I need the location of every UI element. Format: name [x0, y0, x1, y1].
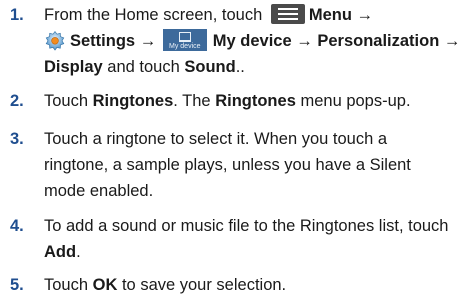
step-text-part: and touch — [107, 58, 180, 76]
personalization-label: Personalization — [317, 32, 440, 50]
step-text: Touch a ringtone to select it. When you … — [44, 126, 472, 204]
step-text-part: . The — [173, 92, 211, 110]
step-text: Touch Ringtones. The Ringtones menu pops… — [44, 88, 472, 114]
step-number: 1. — [10, 6, 24, 24]
step-text-part: From the Home screen, touch — [44, 6, 263, 24]
step-text: From the Home screen, touch Menu → Setti… — [44, 2, 472, 80]
step-text-line: mode enabled. — [44, 182, 154, 200]
step-number: 3. — [10, 130, 24, 148]
step-text-line: Touch a ringtone to select it. When you … — [44, 130, 388, 148]
sound-label: Sound — [184, 58, 236, 76]
step-text-part: Touch — [44, 92, 89, 110]
step-text-part: Touch — [44, 276, 89, 294]
step-text: To add a sound or music file to the Ring… — [44, 213, 472, 265]
arrow-icon: → — [443, 32, 461, 50]
step-text-part: . — [76, 243, 81, 261]
step-text: Touch OK to save your selection. — [44, 272, 472, 298]
step-number: 4. — [10, 217, 24, 235]
add-label: Add — [44, 243, 77, 261]
ok-label: OK — [92, 276, 118, 294]
ringtones-label: Ringtones — [92, 92, 174, 110]
settings-label: Settings — [70, 32, 136, 50]
menu-label: Menu — [308, 6, 352, 24]
settings-gear-icon — [44, 30, 66, 52]
arrow-icon: → — [296, 32, 313, 50]
step-text-part: menu pops-up. — [300, 92, 411, 110]
display-label: Display — [44, 58, 103, 76]
step-text-line: ringtone, a sample plays, unless you hav… — [44, 156, 411, 174]
menu-icon — [270, 3, 305, 24]
instruction-page: 1. From the Home screen, touch Menu → Se… — [0, 0, 472, 298]
my-device-label: My device — [212, 32, 292, 50]
my-device-icon-text: My device — [169, 42, 201, 50]
step-text-part: .. — [235, 58, 245, 76]
my-device-tab-icon: My device — [162, 28, 207, 51]
arrow-icon: → — [356, 6, 374, 24]
ringtones-label: Ringtones — [215, 92, 296, 110]
step-text-part: to save your selection. — [121, 276, 287, 294]
step-number: 2. — [10, 92, 24, 110]
step-number: 5. — [10, 276, 24, 294]
arrow-icon: → — [139, 32, 157, 50]
step-text-line: To add a sound or music file to the Ring… — [44, 217, 449, 235]
